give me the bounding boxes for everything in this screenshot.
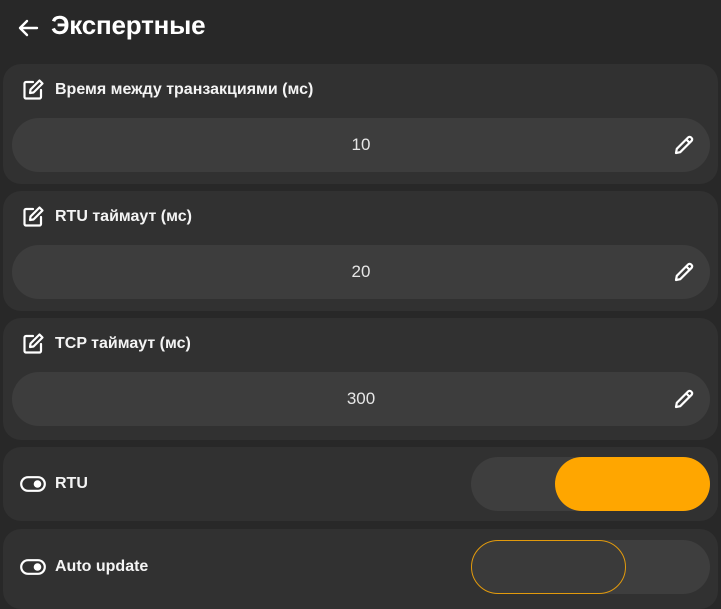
toggle-header: Auto update [20, 529, 148, 605]
field-value: 20 [351, 262, 371, 281]
page-title: Экспертные [51, 10, 206, 40]
setting-header: TCP таймаут (мс) [20, 331, 191, 357]
edit-square-icon [20, 77, 46, 103]
switch-knob [555, 457, 710, 511]
toggle-icon [20, 554, 46, 580]
setting-label: Время между транзакциями (мс) [55, 81, 314, 98]
tcp-timeout-input[interactable]: 300 [12, 372, 710, 426]
setting-card-tcp-timeout: TCP таймаут (мс) 300 [3, 318, 718, 440]
edit-square-icon [20, 204, 46, 230]
toggle-label: RTU [55, 475, 88, 492]
setting-header: Время между транзакциями (мс) [20, 77, 313, 103]
pencil-icon[interactable] [672, 260, 696, 284]
field-value: 300 [346, 389, 376, 408]
back-button[interactable] [14, 14, 42, 42]
arrow-left-icon [18, 19, 39, 37]
toggle-card-rtu: RTU [3, 447, 718, 521]
setting-label: RTU таймаут (мс) [55, 208, 192, 225]
edit-square-icon [20, 331, 46, 357]
toggle-label: Auto update [55, 558, 149, 575]
setting-label: TCP таймаут (мс) [55, 335, 191, 352]
switch-knob [471, 540, 626, 594]
transaction-delay-input[interactable]: 10 [12, 118, 710, 172]
toggle-header: RTU [20, 447, 88, 521]
setting-card-transaction-delay: Время между транзакциями (мс) 10 [3, 64, 718, 184]
toggle-icon [20, 471, 46, 497]
field-value: 10 [351, 135, 371, 154]
pencil-icon[interactable] [672, 387, 696, 411]
toggle-card-auto-update: Auto update [3, 529, 718, 609]
header: Экспертные [0, 0, 721, 56]
auto-update-switch[interactable] [471, 540, 710, 594]
setting-card-rtu-timeout: RTU таймаут (мс) 20 [3, 191, 718, 311]
pencil-icon[interactable] [672, 133, 696, 157]
setting-header: RTU таймаут (мс) [20, 204, 192, 230]
rtu-timeout-input[interactable]: 20 [12, 245, 710, 299]
rtu-switch[interactable] [471, 457, 710, 511]
